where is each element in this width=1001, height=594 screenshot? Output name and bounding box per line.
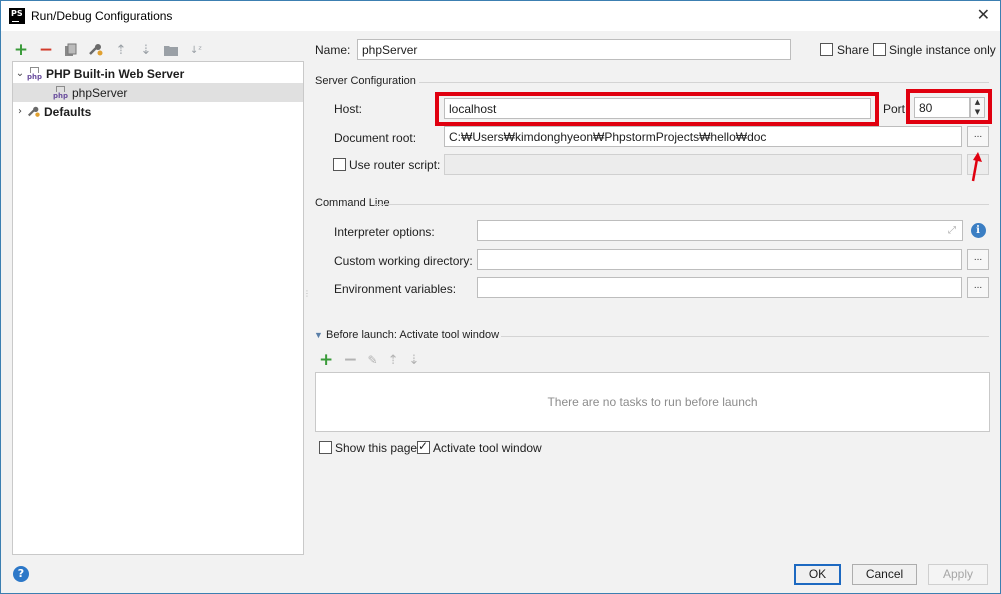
- router-script-checkbox[interactable]: [333, 158, 346, 171]
- share-label: Share: [837, 43, 870, 57]
- move-down-icon[interactable]: ⇣: [408, 353, 419, 368]
- activate-tool-checkbox[interactable]: [417, 439, 430, 454]
- custom-wd-label: Custom working directory:: [334, 254, 473, 268]
- single-instance-label: Single instance only: [889, 43, 996, 57]
- env-vars-label: Environment variables:: [334, 282, 457, 296]
- php-server-icon: php: [27, 66, 43, 81]
- tree-item-label: Defaults: [44, 104, 92, 119]
- configuration-tree: ⌄ php PHP Built-in Web Server php phpSer…: [12, 61, 304, 555]
- tree-item-defaults[interactable]: › Defaults: [13, 102, 303, 121]
- show-page-checkbox[interactable]: [319, 441, 332, 454]
- chevron-down-icon[interactable]: ⌄: [13, 68, 27, 79]
- run-debug-dialog: PS Run/Debug Configurations ✕ + − ⇡ ⇣ ↓ᶻ…: [0, 0, 1001, 594]
- command-line-section: Command Line: [315, 197, 390, 209]
- env-vars-browse-button[interactable]: ...: [967, 277, 989, 298]
- close-icon[interactable]: ✕: [977, 5, 990, 24]
- before-launch-toolbar: + − ✎ ⇡ ⇣: [319, 350, 419, 370]
- doc-root-label: Document root:: [334, 131, 417, 145]
- ok-button[interactable]: OK: [794, 564, 841, 585]
- doc-root-browse-button[interactable]: ...: [967, 126, 989, 147]
- collapse-triangle-icon[interactable]: ▼: [314, 330, 323, 340]
- window-title: Run/Debug Configurations: [31, 9, 173, 23]
- custom-wd-browse-button[interactable]: ...: [967, 249, 989, 270]
- tree-item-phpserver[interactable]: php phpServer: [13, 83, 303, 102]
- highlight-box-port: [906, 89, 992, 124]
- activate-tool-label: Activate tool window: [433, 441, 542, 455]
- remove-icon[interactable]: −: [343, 350, 357, 370]
- tree-item-label: phpServer: [72, 85, 128, 100]
- phpstorm-logo-icon: PS: [9, 8, 25, 24]
- divider: [501, 336, 989, 337]
- expand-icon[interactable]: ⤢: [948, 225, 956, 236]
- env-vars-input[interactable]: [477, 277, 962, 298]
- highlight-box-host: [435, 92, 879, 126]
- apply-button[interactable]: Apply: [928, 564, 988, 585]
- sort-icon[interactable]: ↓ᶻ: [188, 42, 204, 58]
- move-down-icon[interactable]: ⇣: [138, 42, 154, 58]
- host-label: Host:: [334, 102, 363, 116]
- name-label: Name:: [315, 43, 351, 57]
- tree-item-php-builtin[interactable]: ⌄ php PHP Built-in Web Server: [13, 64, 303, 83]
- defaults-icon: [27, 105, 41, 119]
- folder-icon[interactable]: [163, 42, 179, 58]
- move-up-icon[interactable]: ⇡: [388, 353, 399, 368]
- single-instance-checkbox[interactable]: [873, 43, 886, 56]
- info-icon[interactable]: i: [967, 220, 989, 241]
- tree-item-label: PHP Built-in Web Server: [46, 66, 185, 81]
- share-checkbox[interactable]: [820, 43, 833, 56]
- php-server-icon: php: [53, 85, 69, 100]
- edit-icon[interactable]: ✎: [368, 353, 378, 367]
- copy-icon[interactable]: [63, 42, 79, 58]
- chevron-right-icon[interactable]: ›: [13, 106, 27, 117]
- divider: [419, 82, 989, 83]
- doc-root-input[interactable]: C:₩Users₩kimdonghyeon₩PhpstormProjects₩h…: [444, 126, 962, 147]
- cancel-button[interactable]: Cancel: [852, 564, 917, 585]
- show-page-label: Show this page: [335, 441, 418, 455]
- name-input[interactable]: phpServer: [357, 39, 791, 60]
- before-launch-section[interactable]: Before launch: Activate tool window: [326, 329, 499, 341]
- red-arrow-annotation: [971, 152, 982, 182]
- help-icon[interactable]: ?: [13, 566, 29, 582]
- empty-tasks-text: There are no tasks to run before launch: [547, 395, 758, 409]
- router-script-label: Use router script:: [349, 158, 441, 172]
- divider: [374, 204, 989, 205]
- splitter-handle[interactable]: ⋮: [303, 289, 311, 298]
- server-config-section: Server Configuration: [315, 75, 416, 87]
- title-bar: PS Run/Debug Configurations ✕: [1, 1, 1000, 31]
- interpreter-options-label: Interpreter options:: [334, 225, 435, 239]
- edit-defaults-icon[interactable]: [88, 42, 104, 58]
- custom-wd-input[interactable]: [477, 249, 962, 270]
- before-launch-task-list: There are no tasks to run before launch: [315, 372, 990, 432]
- add-icon[interactable]: +: [319, 350, 333, 370]
- router-script-input: [444, 154, 962, 175]
- config-toolbar: + − ⇡ ⇣ ↓ᶻ: [13, 40, 204, 60]
- add-icon[interactable]: +: [13, 40, 29, 60]
- remove-icon[interactable]: −: [38, 40, 54, 60]
- move-up-icon[interactable]: ⇡: [113, 42, 129, 58]
- interpreter-options-input[interactable]: [477, 220, 963, 241]
- port-label: Port:: [883, 102, 909, 116]
